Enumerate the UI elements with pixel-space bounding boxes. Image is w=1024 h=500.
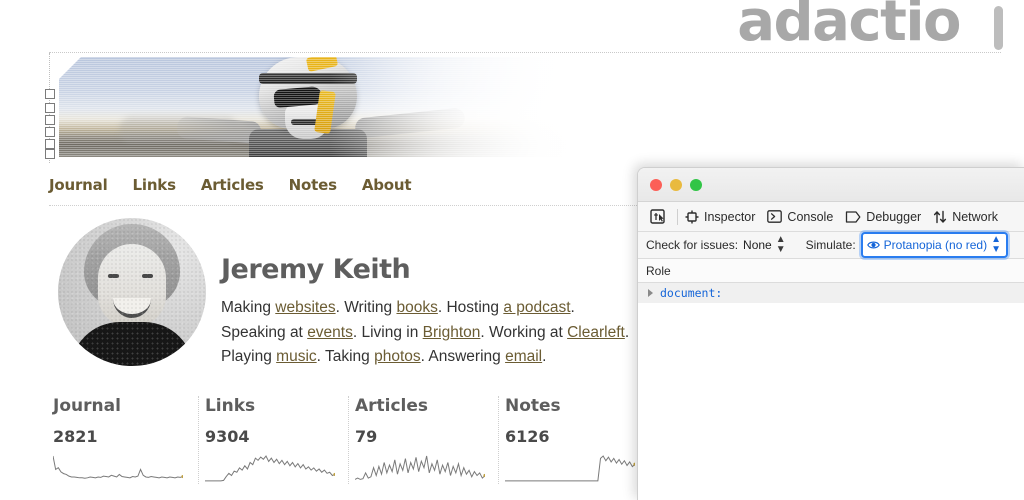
screenshot-root: adactio bbox=[0, 0, 1024, 500]
resize-handle[interactable] bbox=[45, 149, 55, 159]
bio-text: . bbox=[542, 348, 546, 365]
bio-line: Speaking at events. Living in Brighton. … bbox=[221, 321, 641, 346]
hero-image-stormtrooper bbox=[59, 57, 649, 157]
tab-label: Debugger bbox=[866, 210, 921, 224]
stat-value: 79 bbox=[355, 427, 486, 446]
tab-label: Console bbox=[787, 210, 833, 224]
bio-text: . Taking bbox=[317, 348, 374, 365]
close-window-button[interactable] bbox=[650, 179, 662, 191]
stat-label: Links bbox=[205, 396, 336, 416]
simulate-select[interactable]: Protanopia (no red) ▲▼ bbox=[861, 232, 1008, 258]
bio-text: . bbox=[571, 299, 575, 316]
devtools-toolbar: Check for issues: None ▲▼ Simulate: Prot… bbox=[638, 232, 1024, 259]
page-title: Jeremy Keith bbox=[221, 254, 410, 285]
tab-label: Inspector bbox=[704, 210, 755, 224]
bio-text: Making bbox=[221, 299, 275, 316]
check-for-issues-select[interactable]: None ▲▼ bbox=[743, 235, 786, 255]
debugger-tag-icon bbox=[845, 211, 861, 223]
stat-value: 9304 bbox=[205, 427, 336, 446]
site-nav: Journal Links Articles Notes About bbox=[49, 176, 436, 194]
hero-banner bbox=[49, 53, 649, 163]
devtools-titlebar bbox=[638, 168, 1024, 202]
inspector-crosshair-icon bbox=[685, 210, 699, 224]
bio-text: . Living in bbox=[353, 324, 423, 341]
tree-row-label: document: bbox=[660, 286, 722, 300]
bio-line: Playing music. Taking photos. Answering … bbox=[221, 345, 641, 370]
tree-row-document[interactable]: document: bbox=[638, 283, 1024, 303]
tab-console[interactable]: Console bbox=[767, 210, 833, 224]
stepper-icon: ▲▼ bbox=[776, 235, 786, 255]
check-for-issues-label: Check for issues: bbox=[646, 238, 738, 252]
nav-item-articles[interactable]: Articles bbox=[201, 176, 264, 194]
element-picker-icon[interactable] bbox=[646, 206, 670, 228]
scrollbar-thumb[interactable] bbox=[994, 6, 1003, 50]
accessibility-tree: document: bbox=[638, 283, 1024, 500]
bio-link[interactable]: photos bbox=[374, 348, 421, 365]
stat-value: 2821 bbox=[53, 427, 186, 446]
stat-journal[interactable]: Journal 2821 bbox=[49, 396, 199, 484]
sparkline-links bbox=[205, 452, 335, 484]
bio-link[interactable]: email bbox=[505, 348, 542, 365]
bio-link[interactable]: events bbox=[307, 324, 353, 341]
tree-column-header: Role bbox=[638, 259, 1024, 283]
stats-row: Journal 2821 Links 9304 Articles 79 Note… bbox=[49, 396, 649, 484]
network-arrows-icon bbox=[933, 210, 947, 224]
resize-handle[interactable] bbox=[45, 139, 55, 149]
minimize-window-button[interactable] bbox=[670, 179, 682, 191]
sparkline-journal bbox=[53, 452, 183, 484]
console-prompt-icon bbox=[767, 210, 782, 223]
resize-handle[interactable] bbox=[45, 115, 55, 125]
nav-item-notes[interactable]: Notes bbox=[289, 176, 337, 194]
site-logo[interactable]: adactio bbox=[737, 0, 960, 50]
bio-text: . Writing bbox=[336, 299, 397, 316]
resize-handle[interactable] bbox=[45, 103, 55, 113]
tab-debugger[interactable]: Debugger bbox=[845, 210, 921, 224]
toolbar-divider bbox=[677, 209, 678, 225]
bio-link[interactable]: a podcast bbox=[503, 299, 570, 316]
stat-value: 6126 bbox=[505, 427, 636, 446]
stat-label: Articles bbox=[355, 396, 486, 416]
nav-item-links[interactable]: Links bbox=[133, 176, 176, 194]
column-header-role: Role bbox=[646, 264, 671, 278]
bio-link[interactable]: books bbox=[396, 299, 437, 316]
chevron-right-icon[interactable] bbox=[648, 289, 653, 297]
bio-link[interactable]: Brighton bbox=[423, 324, 481, 341]
stepper-icon: ▲▼ bbox=[991, 235, 1001, 255]
bio-text: . Answering bbox=[421, 348, 505, 365]
stat-articles[interactable]: Articles 79 bbox=[349, 396, 499, 484]
resize-handle[interactable] bbox=[45, 127, 55, 137]
simulate-label: Simulate: bbox=[806, 238, 856, 252]
nav-item-about[interactable]: About bbox=[362, 176, 412, 194]
sparkline-articles bbox=[355, 452, 485, 484]
stat-notes[interactable]: Notes 6126 bbox=[499, 396, 649, 484]
tab-network[interactable]: Network bbox=[933, 210, 998, 224]
bio-text: . Working at bbox=[480, 324, 567, 341]
resize-handle[interactable] bbox=[45, 89, 55, 99]
maximize-window-button[interactable] bbox=[690, 179, 702, 191]
avatar bbox=[58, 218, 206, 366]
bio-link[interactable]: Clearleft bbox=[567, 324, 625, 341]
bio-line: Making websites. Writing books. Hosting … bbox=[221, 296, 641, 321]
stat-links[interactable]: Links 9304 bbox=[199, 396, 349, 484]
tab-inspector[interactable]: Inspector bbox=[685, 210, 755, 224]
bio-link[interactable]: websites bbox=[275, 299, 335, 316]
nav-item-journal[interactable]: Journal bbox=[49, 176, 108, 194]
devtools-tabbar: Inspector Console Debugger bbox=[638, 202, 1024, 232]
bio-text: . bbox=[625, 324, 629, 341]
bio-text: . Hosting bbox=[438, 299, 503, 316]
bio-text: Playing bbox=[221, 348, 276, 365]
stat-label: Notes bbox=[505, 396, 636, 416]
bio-text: Speaking at bbox=[221, 324, 307, 341]
nav-divider bbox=[49, 205, 649, 206]
check-for-issues-value: None bbox=[743, 238, 772, 252]
devtools-window: Inspector Console Debugger bbox=[637, 167, 1024, 500]
simulate-value: Protanopia (no red) bbox=[884, 238, 987, 252]
profile-bio: Making websites. Writing books. Hosting … bbox=[221, 296, 641, 370]
tab-label: Network bbox=[952, 210, 998, 224]
bio-link[interactable]: music bbox=[276, 348, 316, 365]
sparkline-notes bbox=[505, 452, 635, 484]
eye-icon bbox=[867, 240, 880, 250]
stat-label: Journal bbox=[53, 396, 186, 416]
